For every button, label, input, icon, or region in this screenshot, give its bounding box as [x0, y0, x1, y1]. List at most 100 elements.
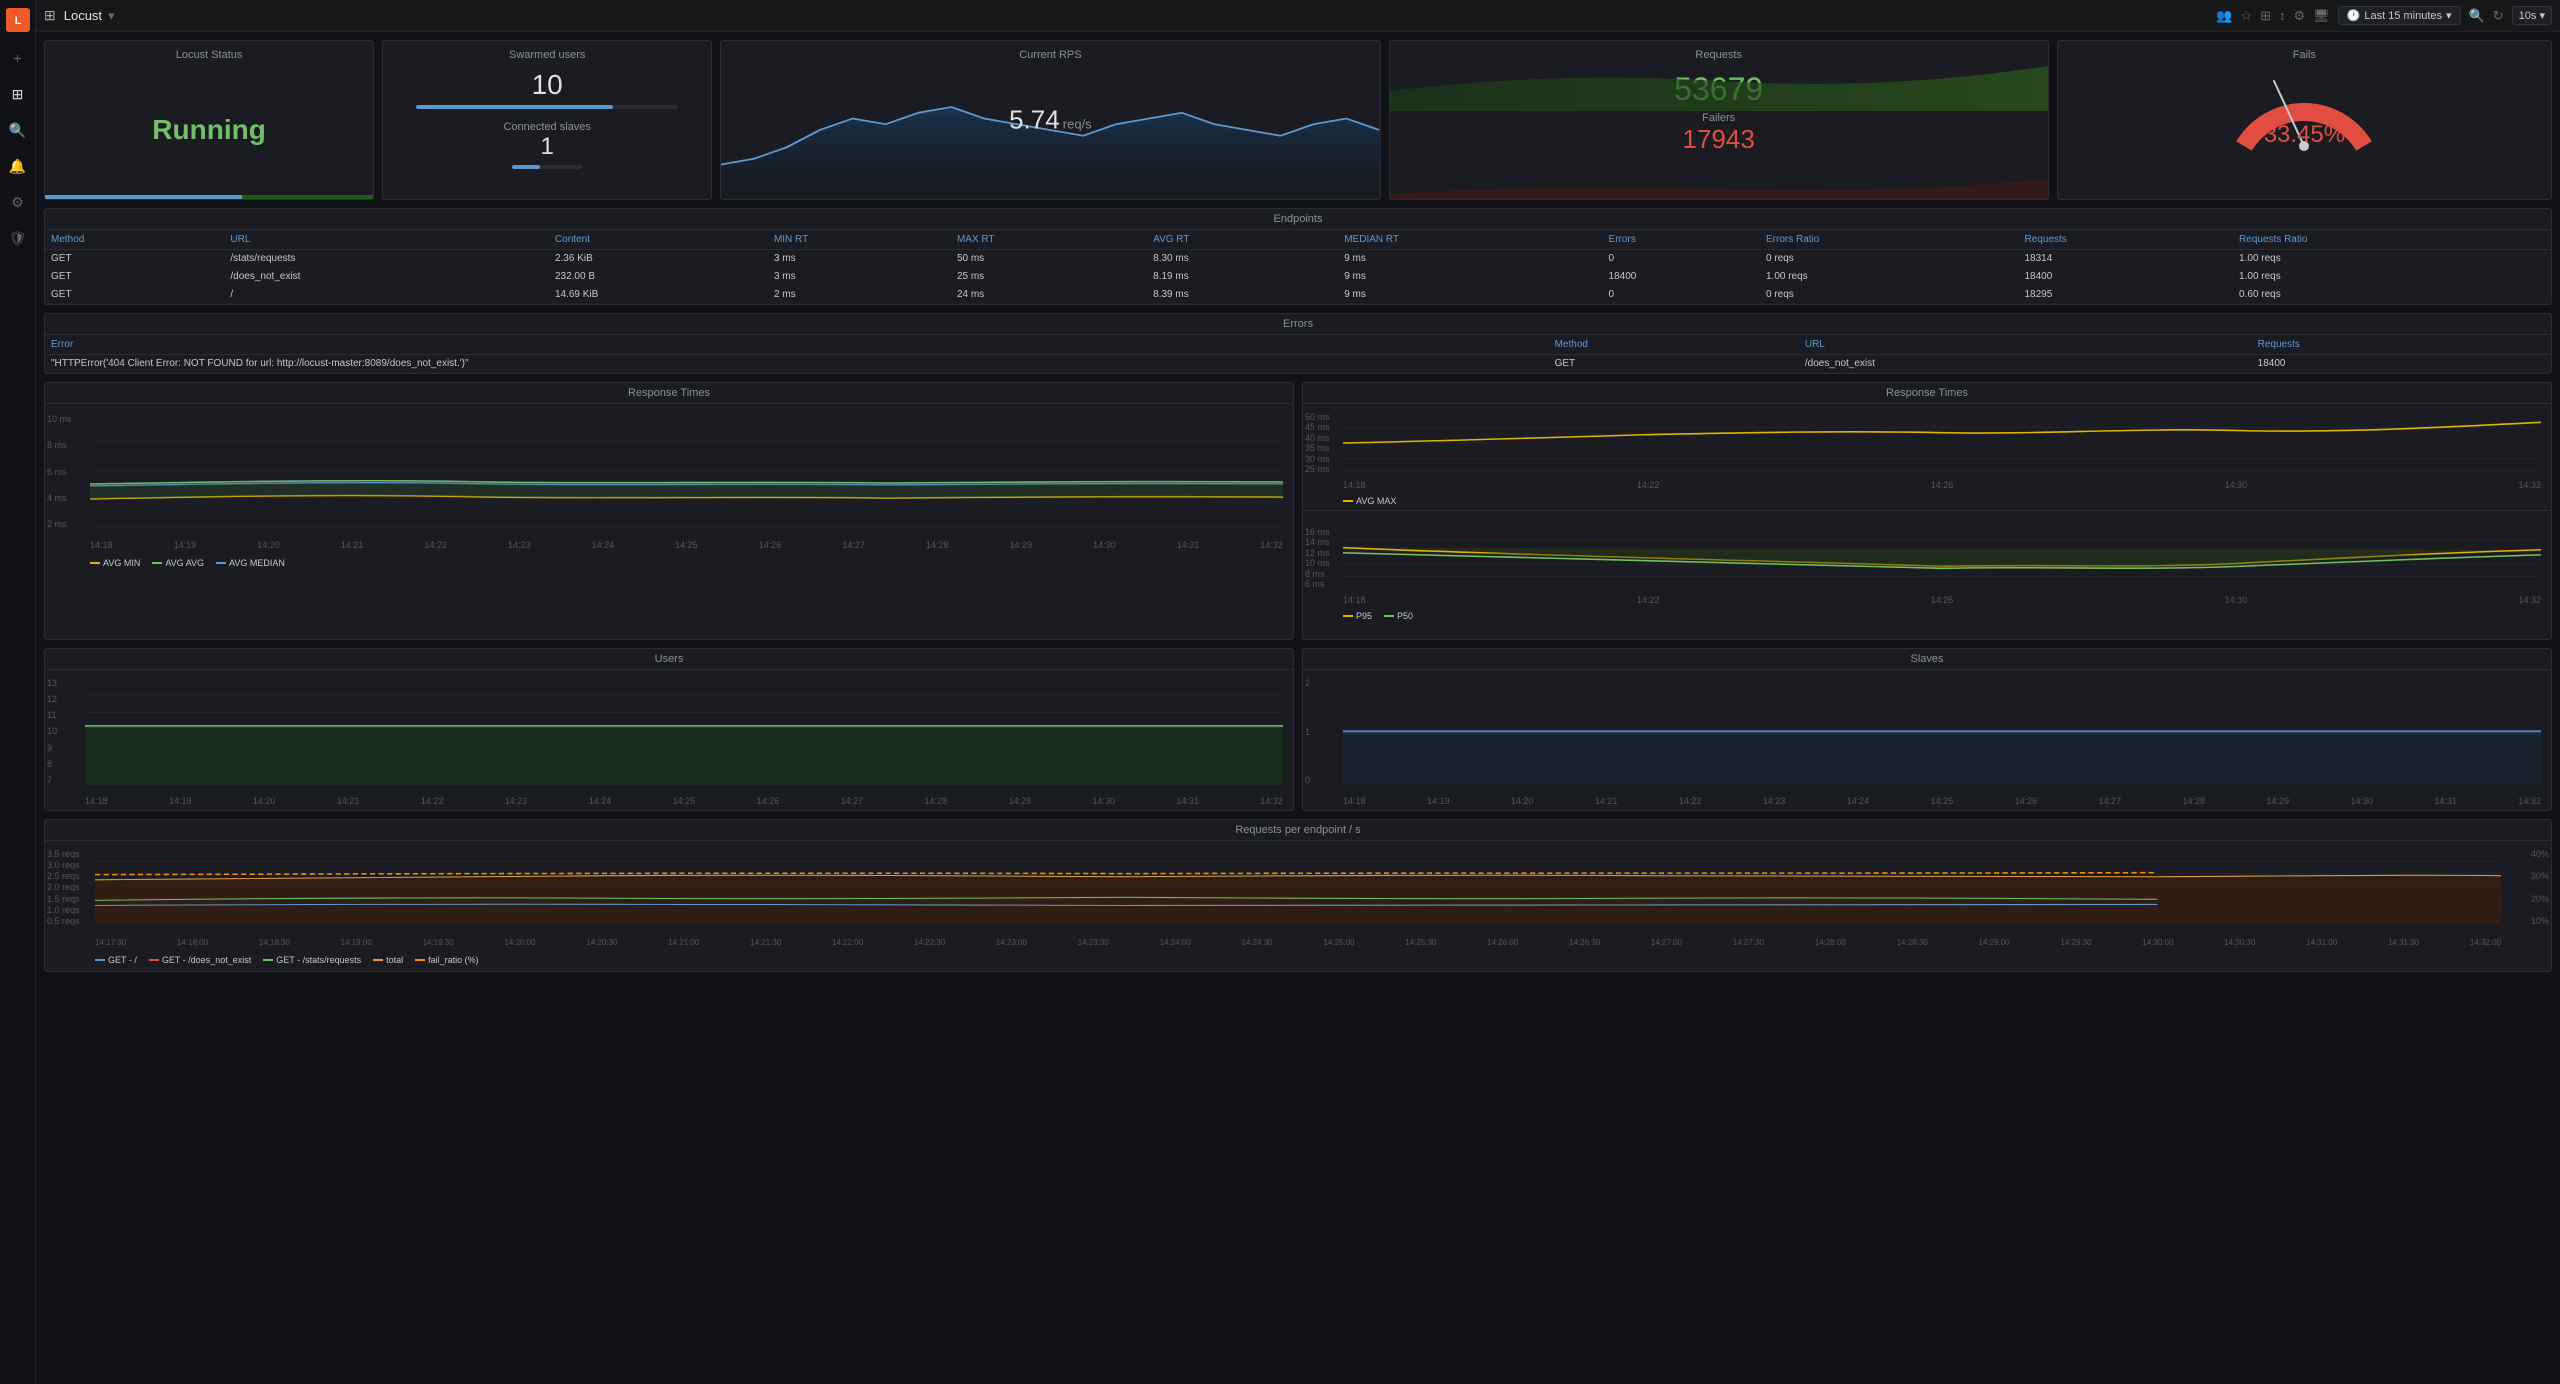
col-error-requests: Requests — [2252, 335, 2551, 355]
table-row: GET/stats/requests2.36 KiB 3 ms50 ms8.30… — [45, 250, 2551, 268]
response-times-left-panel: Response Times 10 ms8 ms6 ms4 ms2 ms — [44, 382, 1294, 640]
connected-slaves-value: 1 — [503, 133, 590, 161]
rps-unit: req/s — [1063, 117, 1092, 132]
main-content: ⊞ Locust ▾ 👥 ☆ ⊞ ↕ ⚙ 🖥 🕐 Last 15 minutes… — [36, 0, 2560, 1384]
legend-get-slash: GET - / — [95, 955, 137, 965]
legend-avg-max: AVG MAX — [1343, 496, 1396, 506]
dashboard: Locust Status Running Swarmed users 10 C… — [36, 32, 2560, 980]
errors-section: Errors Error Method URL Requests "HTTPEr… — [44, 313, 2552, 374]
rt-left-y-labels: 10 ms8 ms6 ms4 ms2 ms — [47, 414, 72, 529]
rt-right-bottom-legend: P95 P50 — [1303, 609, 2551, 625]
req-endpoint-y-left: 3.5 reqs3.0 reqs2.5 reqs2.0 reqs1.5 reqs… — [47, 849, 80, 926]
slaves-x-labels: 14:1814:1914:2014:2114:2214:2314:2414:25… — [1343, 796, 2541, 806]
slaves-y-labels: 210 — [1305, 678, 1310, 785]
endpoints-table-title: Endpoints — [45, 209, 2551, 230]
users-chart: 13121110987 14 — [45, 670, 1293, 810]
refresh-rate-button[interactable]: 10s ▾ — [2512, 6, 2552, 25]
req-endpoint-y-right: 40%30%20%10% — [2531, 849, 2549, 926]
rt-left-legend: AVG MIN AVG AVG AVG MEDIAN — [45, 554, 1293, 574]
col-min-rt: MIN RT — [768, 230, 951, 250]
col-requests-ratio: Requests Ratio — [2233, 230, 2551, 250]
fails-panel: Fails 33.45% — [2057, 40, 2552, 200]
requests-endpoint-panel: Requests per endpoint / s 3.5 reqs3.0 re… — [44, 819, 2552, 972]
requests-endpoint-chart: 3.5 reqs3.0 reqs2.5 reqs2.0 reqs1.5 reqs… — [45, 841, 2551, 951]
response-times-left-chart: 10 ms8 ms6 ms4 ms2 ms — [45, 404, 1293, 554]
rt-right-top-chart: 50 ms45 ms40 ms35 ms30 ms25 ms 14:1814:2… — [1303, 404, 2551, 494]
sidebar-item-notifications[interactable]: 🔔 — [8, 156, 28, 176]
search-icon[interactable]: 🔍 — [2469, 8, 2485, 24]
share-icon[interactable]: 👥 — [2216, 8, 2232, 24]
layout-icon[interactable]: ⊞ — [2260, 8, 2271, 24]
legend-avg-median: AVG MEDIAN — [216, 558, 285, 568]
sidebar-item-search[interactable]: 🔍 — [8, 120, 28, 140]
settings-icon[interactable]: ⚙ — [2294, 8, 2306, 24]
refresh-icon[interactable]: ↻ — [2493, 8, 2504, 24]
swarmed-users-panel: Swarmed users 10 Connected slaves 1 — [382, 40, 712, 200]
star-icon[interactable]: ☆ — [2240, 8, 2252, 24]
topbar-actions: 👥 ☆ ⊞ ↕ ⚙ 🖥 🕐 Last 15 minutes ▾ 🔍 ↻ 10s … — [2216, 6, 2552, 25]
errors-table-title: Errors — [45, 314, 2551, 335]
slaves-progress-fill — [512, 165, 540, 169]
time-range-button[interactable]: 🕐 Last 15 minutes ▾ — [2338, 6, 2461, 25]
endpoints-section: Endpoints Method URL Content MIN RT MAX … — [44, 208, 2552, 305]
sidebar-item-settings[interactable]: ⚙ — [8, 192, 28, 212]
rt-right-bottom-svg — [1343, 527, 2541, 589]
app-title: Locust ▾ — [64, 8, 115, 24]
cycle-icon[interactable]: ↕ — [2279, 8, 2286, 23]
clock-icon: 🕐 — [2347, 9, 2361, 22]
rt-right-top-x: 14:1814:2214:2614:3014:32 — [1343, 480, 2541, 490]
col-error-url: URL — [1799, 335, 2252, 355]
svg-text:L: L — [14, 15, 21, 27]
req-endpoint-svg — [95, 849, 2501, 926]
users-x-labels: 14:1814:1914:2014:2114:2214:2314:2414:25… — [85, 796, 1283, 806]
failers-chart — [1390, 149, 2048, 199]
rt-right-top-svg — [1343, 412, 2541, 474]
sidebar-item-add[interactable]: + — [8, 48, 28, 68]
rps-value: 5.74 — [1009, 105, 1060, 135]
connected-slaves-section: Connected slaves 1 — [503, 121, 590, 169]
col-avg-rt: AVG RT — [1147, 230, 1338, 250]
col-max-rt: MAX RT — [951, 230, 1147, 250]
locust-status-title: Locust Status — [45, 49, 373, 61]
endpoints-table-body: GET/stats/requests2.36 KiB 3 ms50 ms8.30… — [45, 250, 2551, 304]
rt-right-top: Response Times 50 ms45 ms40 ms35 ms30 ms… — [1303, 383, 2551, 511]
requests-chart — [1390, 61, 2048, 111]
legend-avg-avg: AVG AVG — [152, 558, 204, 568]
rps-value-container: 5.74 req/s — [1009, 105, 1092, 136]
sidebar-item-shield[interactable]: 🛡 — [8, 228, 28, 248]
status-row: Locust Status Running Swarmed users 10 C… — [44, 40, 2552, 200]
col-errors-ratio: Errors Ratio — [1760, 230, 2019, 250]
slaves-progress-bar — [512, 165, 582, 169]
swarmed-users-title: Swarmed users — [383, 49, 711, 61]
table-row: GET/14.69 KiB 2 ms24 ms8.39 ms 9 ms00 re… — [45, 286, 2551, 304]
rt-left-x-labels: 14:1814:1914:2014:2114:2214:2314:2414:25… — [90, 540, 1283, 550]
slaves-svg — [1343, 678, 2541, 785]
response-times-left-title: Response Times — [45, 383, 1293, 404]
slaves-chart: 210 14:1814:1914:2014:2114:2214:2314:241… — [1303, 670, 2551, 810]
errors-table: Error Method URL Requests "HTTPError('40… — [45, 335, 2551, 373]
status-bar — [45, 195, 373, 199]
slaves-chart-panel: Slaves 210 14:1814:1914:2014:2114: — [1302, 648, 2552, 811]
monitor-icon[interactable]: 🖥 — [2313, 8, 2330, 24]
refresh-dropdown-arrow: ▾ — [2539, 10, 2545, 22]
rt-right-bottom-x: 14:1814:2214:2614:3014:32 — [1343, 595, 2541, 605]
legend-p95: P95 — [1343, 611, 1372, 621]
sidebar-item-dashboard[interactable]: ⊞ — [8, 84, 28, 104]
topbar: ⊞ Locust ▾ 👥 ☆ ⊞ ↕ ⚙ 🖥 🕐 Last 15 minutes… — [36, 0, 2560, 32]
rt-right-bottom-y: 16 ms14 ms12 ms10 ms8 ms6 ms — [1305, 527, 1330, 589]
users-chart-title: Users — [45, 649, 1293, 670]
response-times-right-panel: Response Times 50 ms45 ms40 ms35 ms30 ms… — [1302, 382, 2552, 640]
col-errors: Errors — [1603, 230, 1760, 250]
legend-p50: P50 — [1384, 611, 1413, 621]
app-name-label: Locust — [64, 8, 102, 23]
users-svg — [85, 678, 1283, 785]
gauge-container: 33.45% — [2058, 41, 2551, 171]
locust-status-panel: Locust Status Running — [44, 40, 374, 200]
dropdown-arrow[interactable]: ▾ — [108, 8, 115, 24]
endpoints-table-header: Method URL Content MIN RT MAX RT AVG RT … — [45, 230, 2551, 250]
rt-right-bottom: 16 ms14 ms12 ms10 ms8 ms6 ms — [1303, 511, 2551, 639]
time-range-label: Last 15 minutes — [2364, 10, 2442, 22]
rt-right-title: Response Times — [1303, 383, 2551, 404]
users-y-labels: 13121110987 — [47, 678, 57, 785]
current-rps-title: Current RPS — [721, 49, 1379, 61]
